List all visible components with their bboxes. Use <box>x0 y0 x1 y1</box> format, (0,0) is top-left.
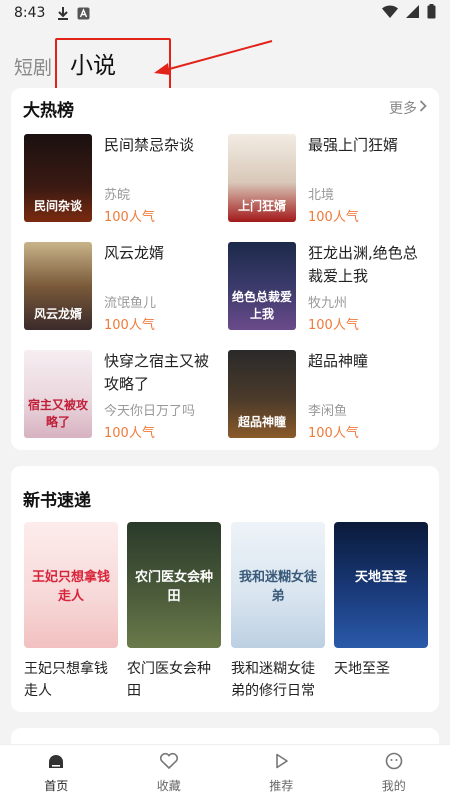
book-cover: 民间杂谈 <box>24 134 92 222</box>
app-notification-icon <box>77 7 90 20</box>
book-popularity: 100人气 <box>308 318 359 333</box>
book-popularity: 100人气 <box>104 318 155 333</box>
new-book-item[interactable]: 我和迷糊女徒弟 我和迷糊女徒弟的修行日常 <box>231 522 325 702</box>
battery-icon <box>427 3 436 23</box>
new-book-item[interactable]: 农门医女会种田 农门医女会种田 <box>127 522 221 702</box>
book-title: 最强上门狂婿 <box>308 136 399 154</box>
book-title: 狂龙出渊,绝色总裁爱上我 <box>308 244 418 285</box>
book-author: 流氓鱼儿 <box>104 296 157 311</box>
new-book-item[interactable]: 王妃只想拿钱走人 王妃只想拿钱走人 <box>24 522 118 702</box>
nav-recommend[interactable]: 推荐 <box>225 745 338 800</box>
book-author: 北境 <box>308 188 335 203</box>
signal-icon <box>406 4 419 22</box>
book-title: 农门医女会种田 <box>127 661 211 699</box>
book-cover: 上门狂婿 <box>228 134 296 222</box>
hot-rank-card: 大热榜 更多 民间杂谈 民间禁忌杂谈 苏皖 100人气 上门狂婿 最强上门狂婿 … <box>11 88 439 450</box>
new-book-item[interactable]: 天地至圣 天地至圣 <box>334 522 428 680</box>
nav-label: 我的 <box>381 778 406 793</box>
book-popularity: 100人气 <box>308 426 359 441</box>
book-title: 风云龙婿 <box>104 244 165 262</box>
book-author: 牧九州 <box>308 296 348 311</box>
nav-favorites[interactable]: 收藏 <box>113 745 226 800</box>
rank-book-item[interactable]: 绝色总裁爱上我 狂龙出渊,绝色总裁爱上我 牧九州 100人气 <box>228 242 428 333</box>
book-cover: 宿主又被攻略了 <box>24 350 92 438</box>
book-title: 快穿之宿主又被攻略了 <box>104 352 210 393</box>
book-author: 苏皖 <box>104 188 131 203</box>
book-author: 今天你日万了吗 <box>104 404 196 419</box>
nav-profile[interactable]: 我的 <box>338 745 450 800</box>
book-cover: 王妃只想拿钱走人 <box>24 522 118 648</box>
home-icon <box>46 752 66 773</box>
wifi-icon <box>382 4 398 22</box>
status-bar: 8:43 <box>0 0 450 26</box>
nav-label: 推荐 <box>269 778 294 793</box>
rank-book-item[interactable]: 上门狂婿 最强上门狂婿 北境 100人气 <box>228 134 428 225</box>
rank-book-item[interactable]: 民间杂谈 民间禁忌杂谈 苏皖 100人气 <box>24 134 224 225</box>
status-time: 8:43 <box>14 5 46 21</box>
book-title: 天地至圣 <box>334 661 390 677</box>
nav-label: 收藏 <box>156 778 181 793</box>
book-cover: 绝色总裁爱上我 <box>228 242 296 330</box>
book-cover: 风云龙婿 <box>24 242 92 330</box>
download-icon <box>57 6 69 20</box>
book-cover: 农门医女会种田 <box>127 522 221 648</box>
chevron-right-icon <box>419 100 427 116</box>
book-title: 我和迷糊女徒弟的修行日常 <box>231 661 315 699</box>
book-popularity: 100人气 <box>104 210 155 225</box>
tab-short-drama[interactable]: 短剧 <box>14 53 52 80</box>
book-title: 超品神瞳 <box>308 352 369 370</box>
rank-book-item[interactable]: 超品神瞳 超品神瞳 李闲鱼 100人气 <box>228 350 428 441</box>
profile-icon <box>384 752 404 773</box>
arrow-annotation <box>154 40 273 75</box>
book-popularity: 100人气 <box>308 210 359 225</box>
heart-icon <box>159 752 179 773</box>
more-link[interactable]: 更多 <box>389 98 427 118</box>
rank-book-item[interactable]: 风云龙婿 风云龙婿 流氓鱼儿 100人气 <box>24 242 224 333</box>
book-cover: 超品神瞳 <box>228 350 296 438</box>
book-title: 王妃只想拿钱走人 <box>24 661 108 699</box>
nav-label: 首页 <box>44 778 69 793</box>
book-author: 李闲鱼 <box>308 404 348 419</box>
nav-home[interactable]: 首页 <box>0 745 113 800</box>
hot-rank-title: 大热榜 <box>23 101 74 121</box>
bottom-nav: 首页 收藏 推荐 我的 <box>0 744 450 800</box>
book-title: 民间禁忌杂谈 <box>104 136 195 154</box>
book-cover: 我和迷糊女徒弟 <box>231 522 325 648</box>
rank-book-item[interactable]: 宿主又被攻略了 快穿之宿主又被攻略了 今天你日万了吗 100人气 <box>24 350 224 441</box>
new-books-card: 新书速递 王妃只想拿钱走人 王妃只想拿钱走人 农门医女会种田 农门医女会种田 我… <box>11 466 439 712</box>
play-icon <box>271 752 291 773</box>
new-books-title: 新书速递 <box>23 491 91 511</box>
more-label: 更多 <box>389 101 417 117</box>
book-cover: 天地至圣 <box>334 522 428 648</box>
book-popularity: 100人气 <box>104 426 155 441</box>
